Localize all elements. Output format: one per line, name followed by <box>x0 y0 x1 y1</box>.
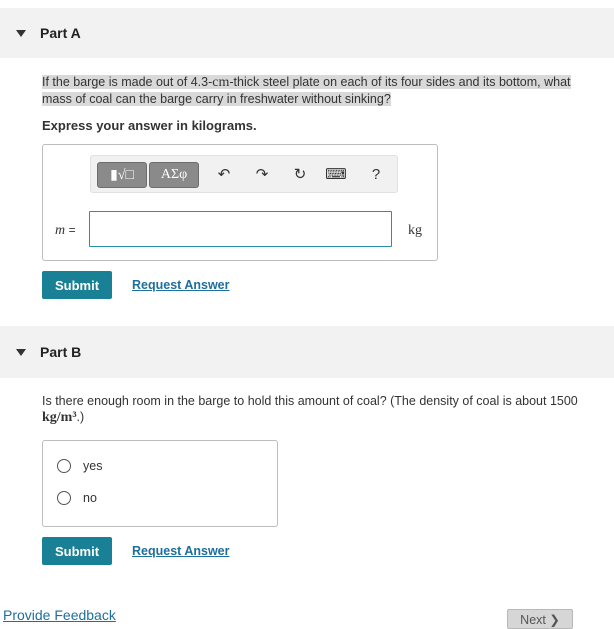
part-a-question: If the barge is made out of 4.3-cm-thick… <box>42 74 600 107</box>
math-toolbar: ▮√□ ΑΣφ ↶ ↷ ↻ ⌨ ? <box>90 155 398 193</box>
choice-label: no <box>83 491 97 505</box>
part-a-header[interactable]: Part A <box>0 8 614 58</box>
question-text-pre: If the barge is made out of 4.3- <box>42 75 213 89</box>
submit-button[interactable]: Submit <box>42 537 112 565</box>
greek-symbols-button[interactable]: ΑΣφ <box>149 162 199 188</box>
variable-symbol: m <box>55 223 66 238</box>
radio-icon[interactable] <box>57 459 71 473</box>
choice-no[interactable]: no <box>57 491 97 505</box>
provide-feedback-link[interactable]: Provide Feedback <box>3 607 116 623</box>
choice-label: yes <box>83 459 103 473</box>
question-text-pre: Is there enough room in the barge to hol… <box>42 394 578 408</box>
undo-icon[interactable]: ↶ <box>215 165 233 183</box>
reset-icon[interactable]: ↻ <box>291 165 309 183</box>
next-button[interactable]: Next ❯ <box>507 609 573 629</box>
templates-button[interactable]: ▮√□ <box>97 162 147 188</box>
collapse-triangle-icon[interactable] <box>16 348 26 356</box>
choice-yes[interactable]: yes <box>57 459 102 473</box>
question-text-post: .) <box>76 410 85 424</box>
part-b-body: Is there enough room in the barge to hol… <box>0 378 614 623</box>
answer-box: ▮√□ ΑΣφ ↶ ↷ ↻ ⌨ ? m = kg <box>42 144 438 261</box>
part-b-header[interactable]: Part B <box>0 326 614 378</box>
equals-sign: = <box>68 223 76 237</box>
request-answer-link[interactable]: Request Answer <box>132 544 229 558</box>
answer-instruction: Express your answer in kilograms. <box>42 118 257 133</box>
part-a-body: If the barge is made out of 4.3-cm-thick… <box>0 58 614 315</box>
question-unit: kg/m³ <box>42 410 77 425</box>
part-b-question: Is there enough room in the barge to hol… <box>42 393 600 426</box>
question-unit: cm <box>212 75 230 90</box>
collapse-triangle-icon[interactable] <box>16 29 26 37</box>
part-b-title: Part B <box>40 344 82 360</box>
part-a-title: Part A <box>40 25 81 41</box>
submit-button[interactable]: Submit <box>42 271 112 299</box>
answer-input[interactable] <box>89 211 392 247</box>
radio-icon[interactable] <box>57 491 71 505</box>
request-answer-link[interactable]: Request Answer <box>132 278 229 292</box>
choices-box: yes no <box>42 440 278 527</box>
redo-icon[interactable]: ↷ <box>253 165 271 183</box>
variable-label: m = <box>55 223 76 239</box>
help-icon[interactable]: ? <box>367 165 385 183</box>
unit-label: kg <box>408 223 422 238</box>
keyboard-icon[interactable]: ⌨ <box>325 165 347 183</box>
